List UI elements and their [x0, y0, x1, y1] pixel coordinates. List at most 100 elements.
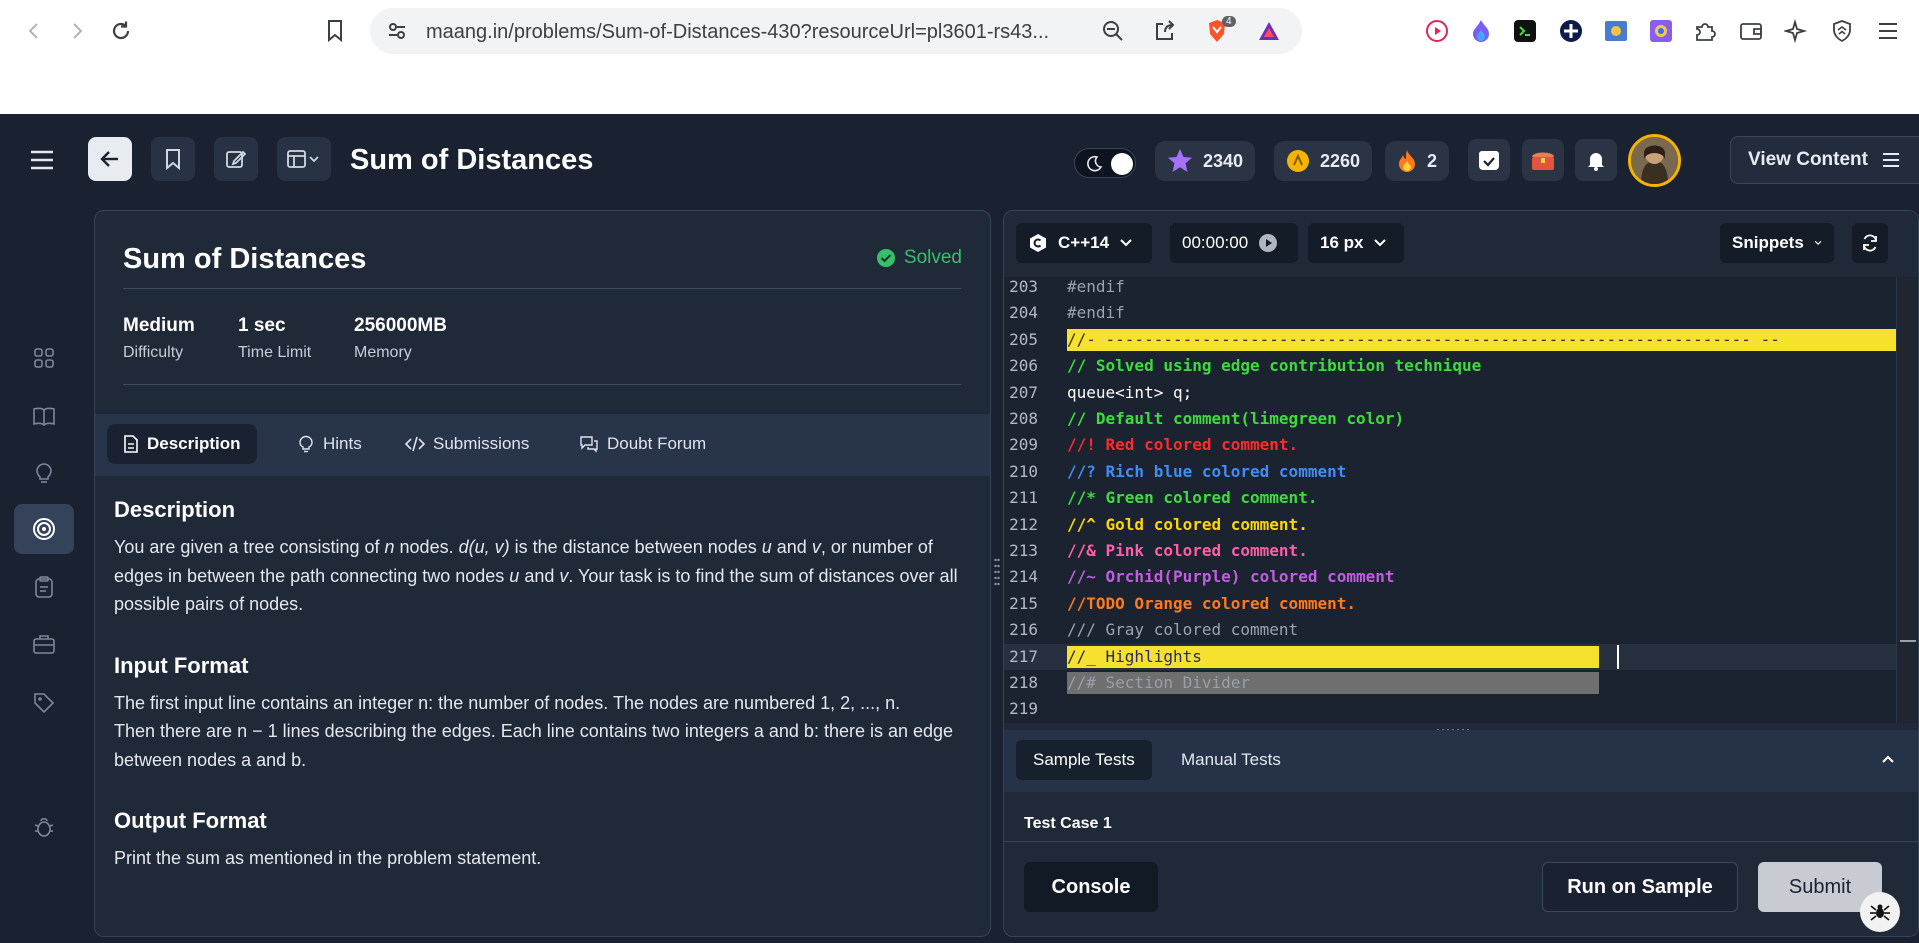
timer[interactable]: 00:00:00 [1170, 223, 1298, 263]
brave-shields-icon[interactable]: 4 [1204, 16, 1236, 44]
plus-extension-icon[interactable] [1557, 17, 1585, 45]
tab-description-label: Description [147, 434, 241, 453]
sidebar-item-jobs[interactable] [14, 619, 74, 669]
snippets-select[interactable]: Snippets [1720, 223, 1834, 263]
code-line[interactable]: 217 //_ Highlights [1004, 643, 1896, 670]
avatar[interactable] [1628, 134, 1681, 187]
coin-icon [1287, 150, 1309, 172]
forward-arrow-icon[interactable] [60, 14, 94, 48]
code-line[interactable]: 211 //* Green colored comment. [1004, 485, 1896, 511]
picture-extension-icon[interactable] [1602, 17, 1630, 45]
terminal-extension-icon[interactable] [1511, 17, 1539, 45]
line-number: 216 [1009, 620, 1038, 640]
code-line[interactable]: 218 //# Section Divider [1004, 670, 1896, 696]
url-text[interactable]: maang.in/problems/Sum-of-Distances-430?r… [426, 21, 1049, 44]
sidebar-item-report-bug[interactable] [14, 802, 74, 852]
layout-dropdown[interactable] [277, 137, 331, 181]
collapse-tests-button[interactable] [1880, 752, 1900, 772]
address-bar[interactable]: maang.in/problems/Sum-of-Distances-430?r… [370, 8, 1302, 54]
code-line[interactable]: 212 //^ Gold colored comment. [1004, 512, 1896, 538]
code-text: //* Green colored comment. [1067, 488, 1318, 508]
notes-button[interactable] [214, 137, 258, 181]
manual-tests-label: Manual Tests [1181, 750, 1281, 769]
coins-count: 2260 [1320, 150, 1361, 171]
tab-submissions[interactable]: Submissions [389, 424, 545, 464]
code-line[interactable]: 213 //& Pink colored comment. [1004, 538, 1896, 564]
sidebar-item-courses[interactable] [14, 391, 74, 441]
tab-sample-tests[interactable]: Sample Tests [1016, 740, 1152, 780]
leo-ai-icon[interactable] [1782, 17, 1810, 45]
brave-rewards-icon[interactable] [1256, 18, 1282, 44]
sidebar-item-problems[interactable] [14, 504, 74, 554]
panel-resize-handle[interactable] [994, 554, 1000, 594]
chevron-down-icon [1374, 239, 1387, 247]
code-text: //? Rich blue colored comment [1067, 461, 1347, 481]
notifications-button[interactable] [1575, 139, 1617, 181]
wallet-icon[interactable] [1737, 17, 1765, 45]
tab-manual-tests[interactable]: Manual Tests [1164, 740, 1298, 780]
code-line[interactable]: 203 #endif [1004, 277, 1896, 300]
editor-scrollbar[interactable] [1896, 277, 1918, 723]
code-line[interactable]: 214 //~ Orchid(Purple) colored comment [1004, 564, 1896, 590]
browser-menu-icon[interactable] [1874, 17, 1902, 45]
font-size-select[interactable]: 16 px [1308, 223, 1404, 263]
code-line[interactable]: 210 //? Rich blue colored comment [1004, 459, 1896, 485]
flame-extension-icon[interactable] [1467, 17, 1495, 45]
stars-badge[interactable]: 2340 [1155, 141, 1256, 181]
code-text: //^ Gold colored comment. [1067, 514, 1308, 534]
sidebar-item-ideas[interactable] [14, 448, 74, 498]
hamburger-menu-icon[interactable] [28, 146, 56, 174]
code-line[interactable]: 207 queue<int> q; [1004, 380, 1896, 406]
back-button[interactable] [88, 137, 132, 181]
sidebar-item-offers[interactable] [14, 677, 74, 727]
bookmark-button[interactable] [151, 137, 195, 181]
code-line[interactable]: 216 /// Gray colored comment [1004, 617, 1896, 643]
reset-code-button[interactable] [1852, 223, 1888, 263]
stars-count: 2340 [1203, 150, 1244, 171]
reload-icon[interactable] [104, 14, 138, 48]
tab-hints[interactable]: Hints [281, 424, 378, 464]
theme-toggle[interactable] [1074, 148, 1136, 178]
code-line[interactable]: 205 //- ---------------------------------… [1004, 327, 1896, 353]
code-text: //~ Orchid(Purple) colored comment [1067, 567, 1395, 587]
back-arrow-icon[interactable] [17, 14, 51, 48]
code-editor[interactable]: 203 #endif 204 #endif 205 //- ---------------… [1004, 277, 1896, 723]
line-number: 217 [1009, 646, 1038, 666]
tab-description[interactable]: Description [107, 424, 257, 464]
tab-hints-label: Hints [323, 434, 362, 453]
tab-doubt-forum[interactable]: Doubt Forum [563, 424, 722, 464]
sample-tests-label: Sample Tests [1033, 750, 1135, 769]
editor-toolbar: C++14 00:00:00 16 px Snippets [1004, 211, 1918, 277]
bookmark-icon [166, 149, 180, 170]
treasure-button[interactable] [1522, 139, 1564, 181]
extensions-puzzle-icon[interactable] [1691, 17, 1719, 45]
user-avatar-icon [1631, 137, 1678, 184]
run-on-sample-button[interactable]: Run on Sample [1542, 862, 1738, 912]
chevron-up-icon [1882, 755, 1894, 763]
record-extension-icon[interactable] [1423, 17, 1451, 45]
code-line[interactable]: 215 //TODO Orange colored comment. [1004, 591, 1896, 617]
code-line[interactable]: 204 #endif [1004, 300, 1896, 326]
site-settings-icon[interactable] [384, 18, 410, 44]
language-select[interactable]: C++14 [1016, 223, 1152, 263]
camera-extension-icon[interactable] [1647, 17, 1675, 45]
code-line[interactable]: 219 [1004, 696, 1896, 722]
code-line[interactable]: 209 //! Red colored comment. [1004, 432, 1896, 458]
sidebar-item-dashboard[interactable] [14, 333, 74, 383]
share-icon[interactable] [1152, 18, 1178, 44]
console-button[interactable]: Console [1024, 862, 1158, 912]
zoom-out-icon[interactable] [1100, 18, 1126, 44]
bookmark-icon[interactable] [318, 14, 352, 48]
streak-badge[interactable]: 2 [1385, 141, 1450, 181]
view-content-button[interactable]: View Content [1730, 136, 1919, 184]
code-line[interactable]: 206 // Solved using edge contribution tec… [1004, 353, 1896, 379]
clipboard-icon [35, 576, 53, 598]
sidebar-item-tests[interactable] [14, 562, 74, 612]
code-line[interactable]: 208 // Default comment(limegreen color) [1004, 406, 1896, 432]
test-case-label[interactable]: Test Case 1 [1024, 815, 1112, 833]
problem-panel: Sum of Distances Solved Medium Difficult… [94, 210, 991, 937]
calendar-button[interactable] [1468, 139, 1510, 181]
vpn-shield-icon[interactable] [1828, 17, 1856, 45]
bug-report-button[interactable] [1860, 892, 1900, 932]
coins-badge[interactable]: 2260 [1274, 141, 1373, 181]
